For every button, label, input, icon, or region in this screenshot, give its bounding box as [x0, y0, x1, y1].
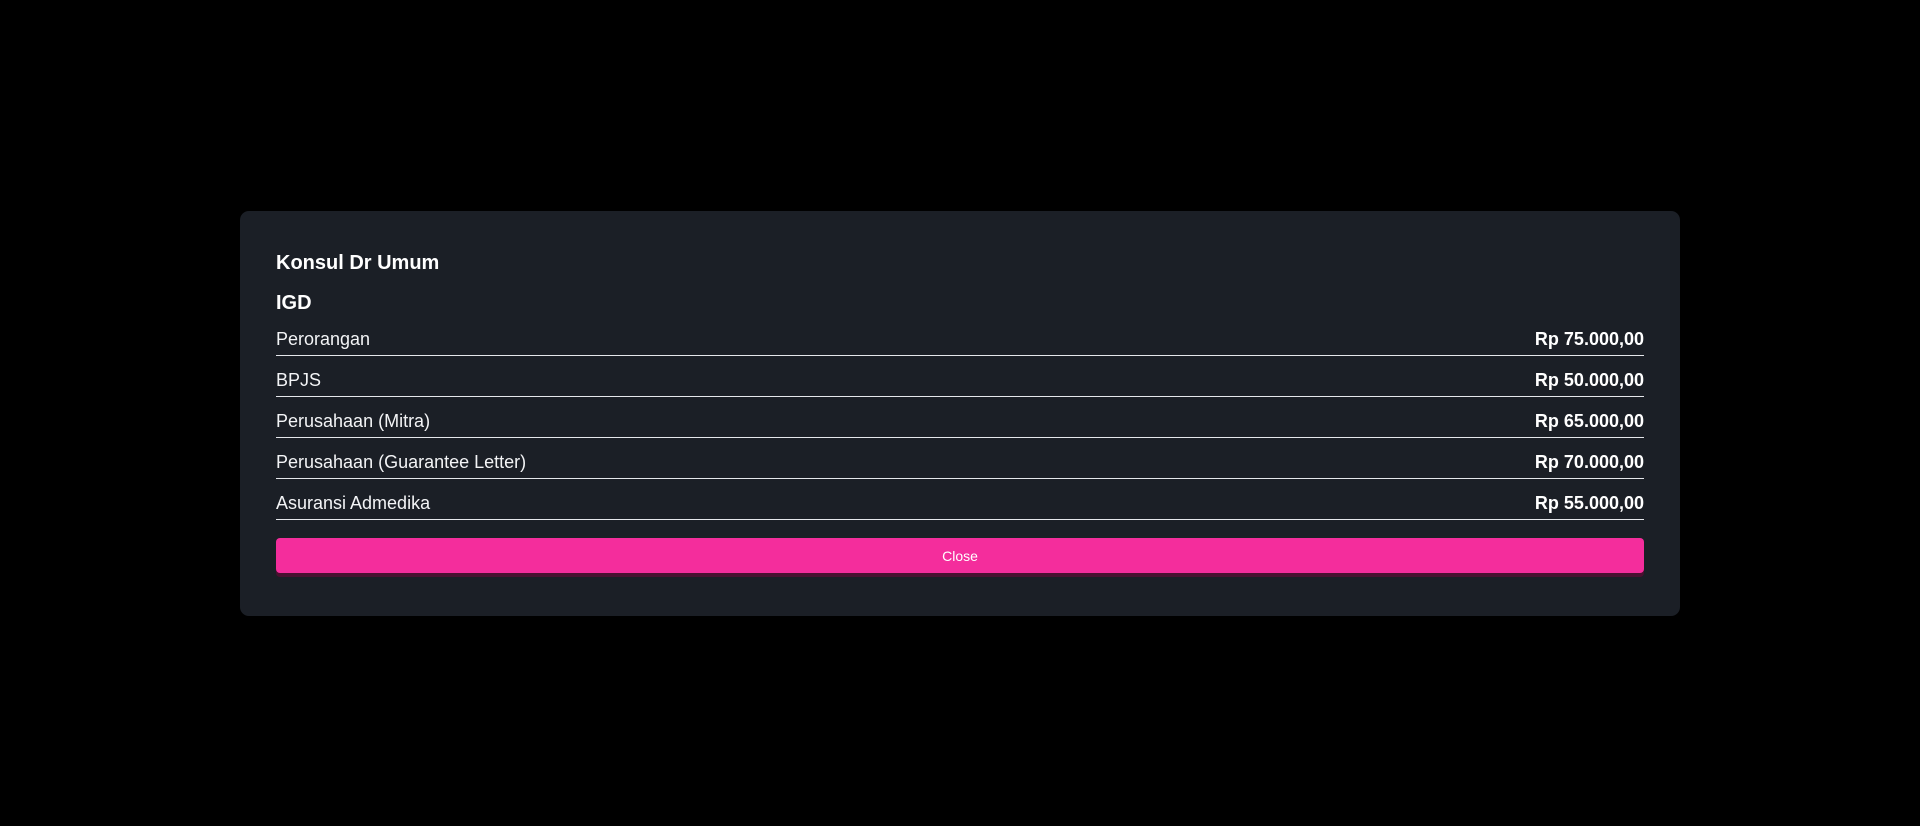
- price-row-value: Rp 70.000,00: [1534, 452, 1644, 472]
- price-row-perusahaan-guarantee-letter: Perusahaan (Guarantee Letter) Rp 70.000,…: [276, 438, 1644, 479]
- modal-title: Konsul Dr Umum: [276, 252, 440, 274]
- price-row-perusahaan-mitra: Perusahaan (Mitra) Rp 65.000,00: [276, 397, 1644, 438]
- price-row-value: Rp 75.000,00: [1534, 329, 1644, 349]
- price-row-label: Perorangan: [276, 329, 371, 349]
- price-row-value: Rp 65.000,00: [1534, 411, 1644, 431]
- close-button[interactable]: Close: [276, 538, 1644, 573]
- price-row-perorangan: Perorangan Rp 75.000,00: [276, 319, 1644, 356]
- price-row-label: Perusahaan (Guarantee Letter): [276, 452, 527, 472]
- price-row-label: Asuransi Admedika: [276, 493, 431, 513]
- price-modal: Konsul Dr Umum IGD Perorangan Rp 75.000,…: [240, 211, 1680, 616]
- price-row-label: BPJS: [276, 370, 322, 390]
- price-row-asuransi-admedika: Asuransi Admedika Rp 55.000,00: [276, 479, 1644, 520]
- modal-backdrop[interactable]: Konsul Dr Umum IGD Perorangan Rp 75.000,…: [0, 0, 1920, 826]
- price-row-value: Rp 55.000,00: [1534, 493, 1644, 513]
- modal-subtitle: IGD: [276, 292, 312, 314]
- price-row-label: Perusahaan (Mitra): [276, 411, 431, 431]
- price-row-value: Rp 50.000,00: [1534, 370, 1644, 390]
- price-row-bpjs: BPJS Rp 50.000,00: [276, 356, 1644, 397]
- price-list: Perorangan Rp 75.000,00 BPJS Rp 50.000,0…: [276, 319, 1644, 520]
